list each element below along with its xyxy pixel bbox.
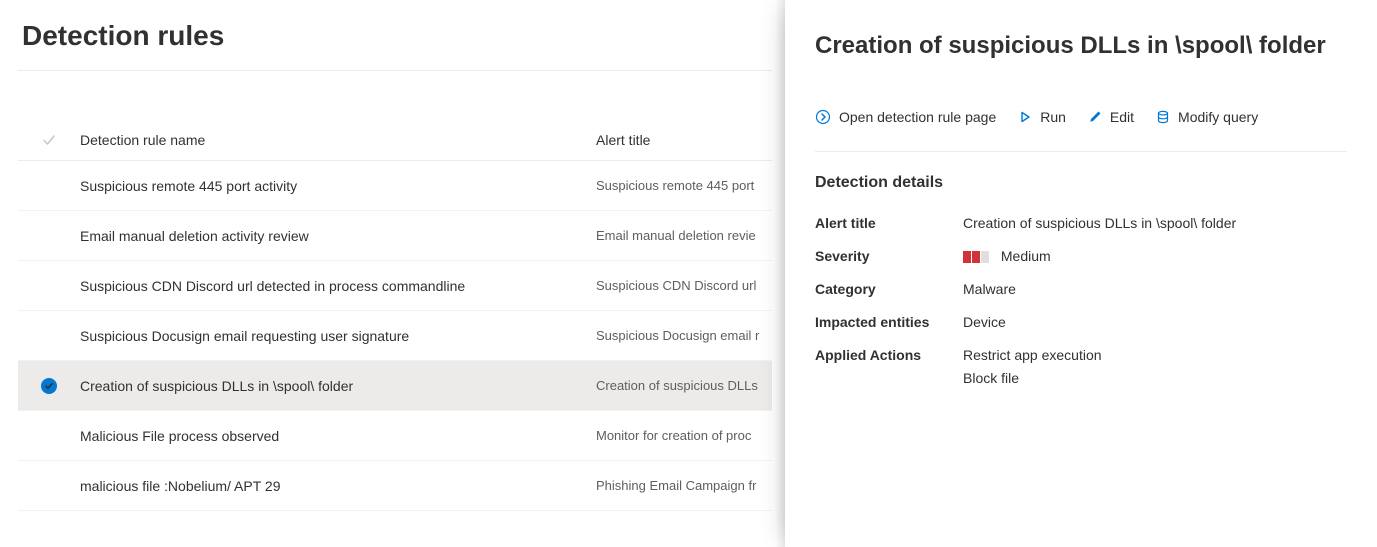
label-severity: Severity: [815, 247, 963, 266]
header-alert-title[interactable]: Alert title: [596, 132, 772, 148]
field-alert-title: Alert title Creation of suspicious DLLs …: [815, 214, 1347, 233]
rules-list-panel: Detection rules Detection rule name Aler…: [0, 0, 790, 511]
table-row[interactable]: Suspicious CDN Discord url detected in p…: [18, 261, 772, 311]
rules-header-row: Detection rule name Alert title: [18, 119, 772, 161]
severity-bar-segment: [963, 251, 971, 263]
value-impacted-entities: Device: [963, 313, 1006, 332]
rule-name-cell: Malicious File process observed: [80, 428, 596, 444]
table-row[interactable]: Creation of suspicious DLLs in \spool\ f…: [18, 361, 772, 411]
edit-label: Edit: [1110, 109, 1134, 125]
alert-title-cell: Suspicious Docusign email r: [596, 328, 772, 343]
detail-divider: [815, 151, 1347, 152]
applied-action-line: Block file: [963, 369, 1102, 388]
table-row[interactable]: Email manual deletion activity reviewEma…: [18, 211, 772, 261]
rule-name-cell: Suspicious Docusign email requesting use…: [80, 328, 596, 344]
rules-body: Suspicious remote 445 port activitySuspi…: [18, 161, 772, 511]
rules-table: Detection rule name Alert title Suspicio…: [18, 119, 772, 511]
label-impacted-entities: Impacted entities: [815, 313, 963, 332]
severity-text: Medium: [1001, 248, 1051, 264]
detail-action-bar: Open detection rule page Run Edit: [815, 109, 1347, 125]
run-label: Run: [1040, 109, 1066, 125]
table-row[interactable]: malicious file :Nobelium/ APT 29Phishing…: [18, 461, 772, 511]
rule-name-cell: Creation of suspicious DLLs in \spool\ f…: [80, 378, 596, 394]
severity-bars: [963, 251, 989, 263]
title-divider: [18, 70, 772, 71]
rule-details-panel: Creation of suspicious DLLs in \spool\ f…: [785, 0, 1377, 547]
table-row[interactable]: Suspicious Docusign email requesting use…: [18, 311, 772, 361]
detail-title: Creation of suspicious DLLs in \spool\ f…: [815, 30, 1347, 61]
field-severity: Severity Medium: [815, 247, 1347, 266]
alert-title-cell: Email manual deletion revie: [596, 228, 772, 243]
field-impacted-entities: Impacted entities Device: [815, 313, 1347, 332]
field-category: Category Malware: [815, 280, 1347, 299]
open-rule-label: Open detection rule page: [839, 109, 996, 125]
alert-title-cell: Creation of suspicious DLLs: [596, 378, 772, 393]
label-alert-title: Alert title: [815, 214, 963, 233]
row-select[interactable]: [18, 378, 80, 394]
rule-name-cell: Suspicious CDN Discord url detected in p…: [80, 278, 596, 294]
table-row[interactable]: Suspicious remote 445 port activitySuspi…: [18, 161, 772, 211]
rule-name-cell: Email manual deletion activity review: [80, 228, 596, 244]
table-row[interactable]: Malicious File process observedMonitor f…: [18, 411, 772, 461]
database-icon: [1156, 110, 1170, 124]
checkmark-icon: [42, 133, 56, 147]
rule-name-cell: malicious file :Nobelium/ APT 29: [80, 478, 596, 494]
modify-query-label: Modify query: [1178, 109, 1258, 125]
value-category: Malware: [963, 280, 1016, 299]
label-applied-actions: Applied Actions: [815, 346, 963, 365]
applied-action-line: Restrict app execution: [963, 346, 1102, 365]
alert-title-cell: Suspicious CDN Discord url: [596, 278, 772, 293]
arrow-right-circle-icon: [815, 109, 831, 125]
edit-button[interactable]: Edit: [1088, 109, 1134, 125]
severity-bar-segment: [981, 251, 989, 263]
play-icon: [1018, 110, 1032, 124]
severity-bar-segment: [972, 251, 980, 263]
alert-title-cell: Monitor for creation of proc: [596, 428, 772, 443]
detection-details-heading: Detection details: [815, 174, 1347, 192]
header-rule-name[interactable]: Detection rule name: [80, 132, 596, 148]
alert-title-cell: Phishing Email Campaign fr: [596, 478, 772, 493]
page-title: Detection rules: [18, 20, 772, 52]
modify-query-button[interactable]: Modify query: [1156, 109, 1258, 125]
open-rule-button[interactable]: Open detection rule page: [815, 109, 996, 125]
value-severity: Medium: [963, 247, 1051, 266]
field-applied-actions: Applied Actions Restrict app execution Bl…: [815, 346, 1347, 392]
select-all-column[interactable]: [18, 133, 80, 147]
run-button[interactable]: Run: [1018, 109, 1066, 125]
rule-name-cell: Suspicious remote 445 port activity: [80, 178, 596, 194]
value-applied-actions: Restrict app execution Block file: [963, 346, 1102, 392]
alert-title-cell: Suspicious remote 445 port: [596, 178, 772, 193]
selected-check-icon: [41, 378, 57, 394]
pencil-icon: [1088, 110, 1102, 124]
value-alert-title: Creation of suspicious DLLs in \spool\ f…: [963, 214, 1236, 233]
label-category: Category: [815, 280, 963, 299]
